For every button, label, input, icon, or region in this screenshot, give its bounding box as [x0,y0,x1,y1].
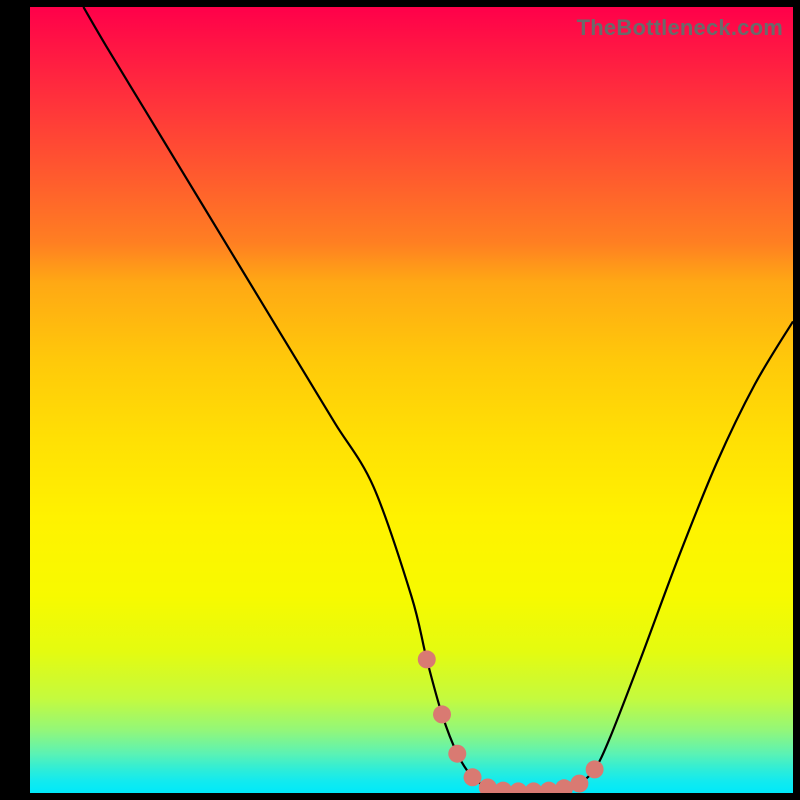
marker-dot [540,782,558,793]
bottleneck-curve [83,7,793,792]
marker-dot [586,760,604,778]
marker-dot [464,768,482,786]
curve-group [83,7,793,792]
marker-dot [448,745,466,763]
watermark-text: TheBottleneck.com [577,15,783,41]
marker-group [418,650,604,793]
plot-area: TheBottleneck.com [30,7,793,793]
marker-dot [570,775,588,793]
chart-svg [30,7,793,793]
chart-frame: TheBottleneck.com [0,0,800,800]
marker-dot [433,705,451,723]
marker-dot [555,779,573,793]
marker-dot [418,650,436,668]
